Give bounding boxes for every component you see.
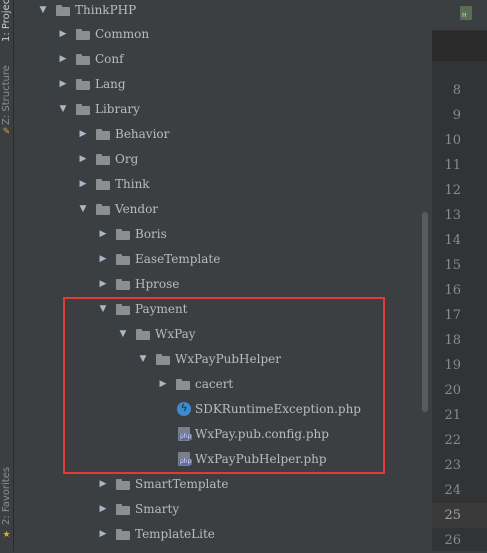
tree-item-label: Hprose xyxy=(135,277,180,291)
tree-item-templatelite[interactable]: ▶ TemplateLite xyxy=(14,524,419,544)
tree-item-label: TemplateLite xyxy=(135,527,215,541)
editor-tab-bar: H xyxy=(432,0,487,31)
line-number: 8 xyxy=(452,83,461,98)
line-number: 24 xyxy=(444,483,461,498)
folder-icon xyxy=(76,104,90,115)
folder-icon xyxy=(76,54,90,65)
collapse-arrow-icon[interactable]: ▶ xyxy=(78,149,88,169)
expand-arrow-icon[interactable]: ▼ xyxy=(58,99,68,119)
line-number: 20 xyxy=(444,383,461,398)
tree-item-thinkphp[interactable]: ▼ ThinkPHP xyxy=(14,0,419,20)
tree-item-think[interactable]: ▶ Think xyxy=(14,174,419,194)
collapse-arrow-icon[interactable]: ▶ xyxy=(98,249,108,269)
tree-item-library[interactable]: ▼ Library xyxy=(14,99,419,119)
line-number: 26 xyxy=(444,533,461,548)
tree-item-behavior[interactable]: ▶ Behavior xyxy=(14,124,419,144)
tree-item-label: EaseTemplate xyxy=(135,252,221,266)
folder-icon xyxy=(116,504,130,515)
folder-icon xyxy=(116,254,130,265)
folder-icon xyxy=(76,29,90,40)
line-number: 16 xyxy=(444,283,461,298)
collapse-arrow-icon[interactable]: ▶ xyxy=(98,224,108,244)
tree-item-label: Vendor xyxy=(115,202,159,216)
side-tool-stripe: 1: Project ✎ Z: Structure 2: Favorites ★ xyxy=(0,0,14,551)
tree-item-vendor[interactable]: ▼ Vendor xyxy=(14,199,419,219)
tree-item-label: Lang xyxy=(95,77,126,91)
tree-item-conf[interactable]: ▶ Conf xyxy=(14,49,419,69)
expand-arrow-icon[interactable]: ▼ xyxy=(38,0,48,20)
tree-item-label: Think xyxy=(115,177,150,191)
tree-item-easetemplate[interactable]: ▶ EaseTemplate xyxy=(14,249,419,269)
line-number: 21 xyxy=(444,408,461,423)
collapse-arrow-icon[interactable]: ▶ xyxy=(98,274,108,294)
gutter-header xyxy=(432,31,487,61)
line-number: 9 xyxy=(452,108,461,123)
line-number: 13 xyxy=(444,208,461,223)
folder-icon xyxy=(56,5,70,16)
collapse-arrow-icon[interactable]: ▶ xyxy=(78,124,88,144)
project-tool-tab[interactable]: 1: Project xyxy=(1,0,12,42)
collapse-arrow-icon[interactable]: ▶ xyxy=(98,524,108,544)
tree-item-label: Behavior xyxy=(115,127,170,141)
line-number: 17 xyxy=(444,308,461,323)
collapse-arrow-icon[interactable]: ▶ xyxy=(58,74,68,94)
tree-item-label: ThinkPHP xyxy=(75,3,137,17)
line-number: 22 xyxy=(444,433,461,448)
folder-icon xyxy=(96,179,110,190)
folder-icon xyxy=(116,479,130,490)
tree-item-label: Boris xyxy=(135,227,167,241)
favorites-tool-tab[interactable]: 2: Favorites xyxy=(1,467,12,525)
line-number: 12 xyxy=(444,183,461,198)
collapse-arrow-icon[interactable]: ▶ xyxy=(58,24,68,44)
line-number: 14 xyxy=(444,233,461,248)
line-number: 15 xyxy=(444,258,461,273)
line-number: 25 xyxy=(444,508,461,523)
file-tab-icon[interactable]: H xyxy=(460,6,472,20)
line-number: 10 xyxy=(444,133,461,148)
folder-icon xyxy=(96,129,110,140)
line-number: 11 xyxy=(444,158,461,173)
tree-item-label: Org xyxy=(115,152,139,166)
folder-icon xyxy=(116,529,130,540)
star-icon: ★ xyxy=(2,530,11,540)
tree-item-label: Library xyxy=(95,102,140,116)
editor-gutter: 8 9 10 11 12 13 14 15 16 17 18 19 20 21 … xyxy=(432,31,487,551)
collapse-arrow-icon[interactable]: ▶ xyxy=(98,474,108,494)
collapse-arrow-icon[interactable]: ▶ xyxy=(58,49,68,69)
highlight-box xyxy=(63,297,385,474)
structure-tool-tab[interactable]: Z: Structure xyxy=(1,65,12,125)
tree-item-smarttemplate[interactable]: ▶ SmartTemplate xyxy=(14,474,419,494)
tree-item-label: Conf xyxy=(95,52,124,66)
folder-icon xyxy=(96,154,110,165)
structure-icon: ✎ xyxy=(2,127,11,137)
expand-arrow-icon[interactable]: ▼ xyxy=(78,199,88,219)
folder-icon xyxy=(76,79,90,90)
line-number: 19 xyxy=(444,358,461,373)
tree-item-org[interactable]: ▶ Org xyxy=(14,149,419,169)
tree-item-boris[interactable]: ▶ Boris xyxy=(14,224,419,244)
tree-item-label: SmartTemplate xyxy=(135,477,229,491)
tree-item-label: Common xyxy=(95,27,150,41)
tree-item-smarty[interactable]: ▶ Smarty xyxy=(14,499,419,519)
folder-icon xyxy=(116,229,130,240)
tree-item-common[interactable]: ▶ Common xyxy=(14,24,419,44)
line-number: 23 xyxy=(444,458,461,473)
folder-icon xyxy=(96,204,110,215)
folder-icon xyxy=(116,279,130,290)
collapse-arrow-icon[interactable]: ▶ xyxy=(98,499,108,519)
line-number: 18 xyxy=(444,333,461,348)
tree-item-lang[interactable]: ▶ Lang xyxy=(14,74,419,94)
tree-item-hprose[interactable]: ▶ Hprose xyxy=(14,274,419,294)
tree-item-label: Smarty xyxy=(135,502,180,516)
collapse-arrow-icon[interactable]: ▶ xyxy=(78,174,88,194)
